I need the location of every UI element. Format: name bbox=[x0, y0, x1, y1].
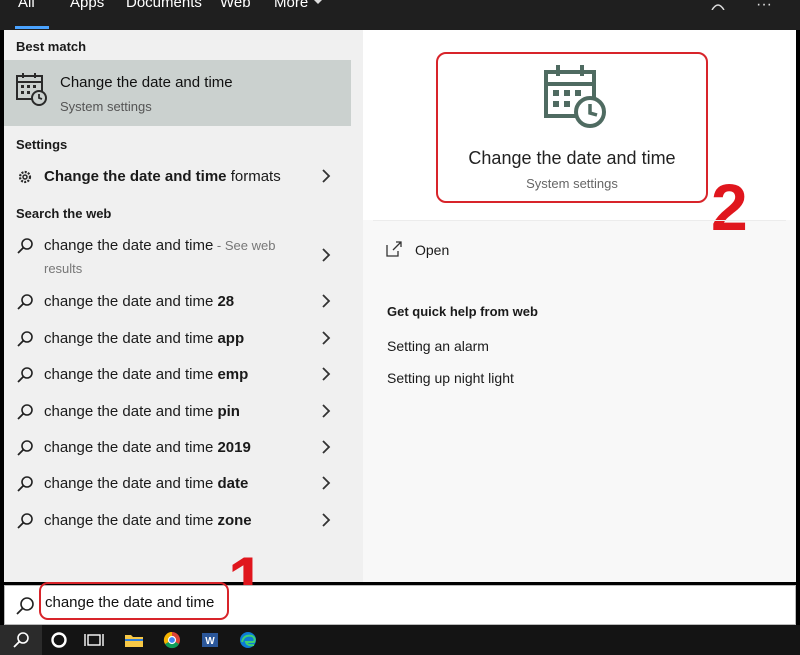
step-number-2: 2 bbox=[711, 170, 748, 244]
search-icon bbox=[17, 513, 33, 529]
gear-icon bbox=[18, 170, 32, 184]
quick-help-heading: Get quick help from web bbox=[387, 304, 538, 319]
quick-help-link-night-light[interactable]: Setting up night light bbox=[387, 370, 514, 386]
chevron-right-icon[interactable] bbox=[319, 246, 333, 264]
settings-result-label: Change the date and time bbox=[44, 168, 227, 185]
calendar-clock-icon bbox=[544, 65, 606, 128]
tab-web[interactable]: Web bbox=[220, 0, 251, 11]
see-web-results-label: - See web bbox=[213, 238, 276, 253]
suggestion-bold: date bbox=[217, 475, 249, 492]
suggestion-base: change the date and time bbox=[44, 403, 218, 420]
tab-all[interactable]: All bbox=[18, 0, 35, 11]
chevron-right-icon[interactable] bbox=[319, 438, 333, 456]
settings-result-item[interactable]: Change the date and time formats bbox=[4, 160, 351, 194]
web-suggestion-item[interactable]: change the date and time emp bbox=[4, 358, 351, 392]
word-icon[interactable]: W bbox=[196, 628, 224, 652]
chevron-right-icon[interactable] bbox=[319, 511, 333, 529]
best-match-subtitle: System settings bbox=[60, 99, 152, 114]
chevron-right-icon[interactable] bbox=[319, 365, 333, 383]
search-scope-tabs: All Apps Documents Web More ··· bbox=[0, 0, 800, 30]
suggestion-base: change the date and time bbox=[44, 293, 218, 310]
web-result-text: change the date and time bbox=[44, 237, 214, 254]
web-result-item[interactable]: change the date and time - See web resul… bbox=[4, 229, 351, 281]
suggestion-base: change the date and time bbox=[44, 366, 218, 383]
search-icon bbox=[17, 238, 33, 254]
web-suggestion-item[interactable]: change the date and time 2019 bbox=[4, 431, 351, 465]
web-suggestion-item[interactable]: change the date and time pin bbox=[4, 395, 351, 429]
suggestion-base: change the date and time bbox=[44, 512, 218, 529]
best-match-title: Change the date and time bbox=[60, 74, 233, 91]
web-suggestion-item[interactable]: change the date and time app bbox=[4, 322, 351, 356]
quick-help-link-alarm[interactable]: Setting an alarm bbox=[387, 338, 489, 354]
active-tab-indicator bbox=[15, 26, 49, 29]
web-suggestion-item[interactable]: change the date and time 28 bbox=[4, 285, 351, 319]
search-icon bbox=[13, 632, 29, 648]
open-label: Open bbox=[415, 242, 450, 258]
web-suggestion-item[interactable]: change the date and time zone bbox=[4, 504, 351, 538]
suggestion-bold: 28 bbox=[217, 293, 235, 310]
calendar-clock-icon bbox=[16, 73, 47, 106]
suggestion-bold: zone bbox=[217, 512, 252, 529]
chevron-down-icon bbox=[314, 0, 322, 4]
settings-result-suffix: formats bbox=[226, 168, 281, 185]
suggestion-bold: pin bbox=[217, 403, 240, 420]
search-icon bbox=[17, 440, 33, 456]
tab-documents[interactable]: Documents bbox=[126, 0, 202, 11]
search-input[interactable] bbox=[45, 594, 345, 611]
chevron-right-icon[interactable] bbox=[319, 292, 333, 310]
preview-subtitle: System settings bbox=[526, 176, 618, 191]
chrome-icon[interactable] bbox=[158, 628, 186, 652]
options-ellipsis-icon[interactable]: ··· bbox=[756, 0, 772, 14]
best-match-heading: Best match bbox=[16, 39, 87, 54]
feedback-person-icon[interactable] bbox=[710, 0, 726, 10]
search-web-heading: Search the web bbox=[16, 206, 112, 221]
open-action[interactable]: Open bbox=[385, 238, 585, 262]
chevron-right-icon[interactable] bbox=[319, 329, 333, 347]
edge-icon[interactable] bbox=[234, 628, 262, 652]
chevron-right-icon[interactable] bbox=[319, 402, 333, 420]
suggestion-base: change the date and time bbox=[44, 475, 218, 492]
suggestion-bold: app bbox=[217, 330, 245, 347]
highlight-box-2[interactable]: Change the date and time System settings bbox=[436, 52, 708, 203]
chevron-right-icon[interactable] bbox=[319, 167, 333, 185]
search-box bbox=[4, 582, 796, 625]
suggestion-base: change the date and time bbox=[44, 439, 218, 456]
task-view-icon[interactable] bbox=[80, 628, 108, 652]
svg-text:W: W bbox=[205, 636, 215, 647]
best-match-item[interactable]: Change the date and time System settings bbox=[4, 60, 351, 126]
search-icon bbox=[17, 476, 33, 492]
file-explorer-icon[interactable] bbox=[120, 628, 148, 652]
chevron-right-icon[interactable] bbox=[319, 474, 333, 492]
search-icon bbox=[16, 597, 34, 615]
taskbar: W bbox=[0, 625, 800, 655]
search-icon bbox=[17, 367, 33, 383]
results-pane: Best match Change the date and time Syst… bbox=[4, 30, 363, 582]
suggestion-bold: 2019 bbox=[217, 439, 251, 456]
see-web-results-line2: results bbox=[44, 261, 83, 276]
suggestion-base: change the date and time bbox=[44, 330, 218, 347]
search-icon bbox=[17, 294, 33, 310]
tab-apps[interactable]: Apps bbox=[70, 0, 104, 11]
cortana-icon[interactable] bbox=[45, 628, 73, 652]
divider bbox=[373, 220, 786, 221]
preview-title: Change the date and time bbox=[468, 148, 676, 168]
open-external-icon bbox=[386, 241, 402, 257]
tab-more[interactable]: More bbox=[274, 0, 308, 11]
search-icon bbox=[17, 331, 33, 347]
preview-pane: Change the date and time System settings… bbox=[363, 30, 796, 582]
suggestion-bold: emp bbox=[217, 366, 249, 383]
taskbar-search-active[interactable] bbox=[0, 625, 42, 655]
web-suggestion-item[interactable]: change the date and time date bbox=[4, 467, 351, 501]
preview-header: Change the date and time System settings… bbox=[363, 30, 796, 240]
settings-heading: Settings bbox=[16, 137, 68, 152]
search-icon bbox=[17, 404, 33, 420]
